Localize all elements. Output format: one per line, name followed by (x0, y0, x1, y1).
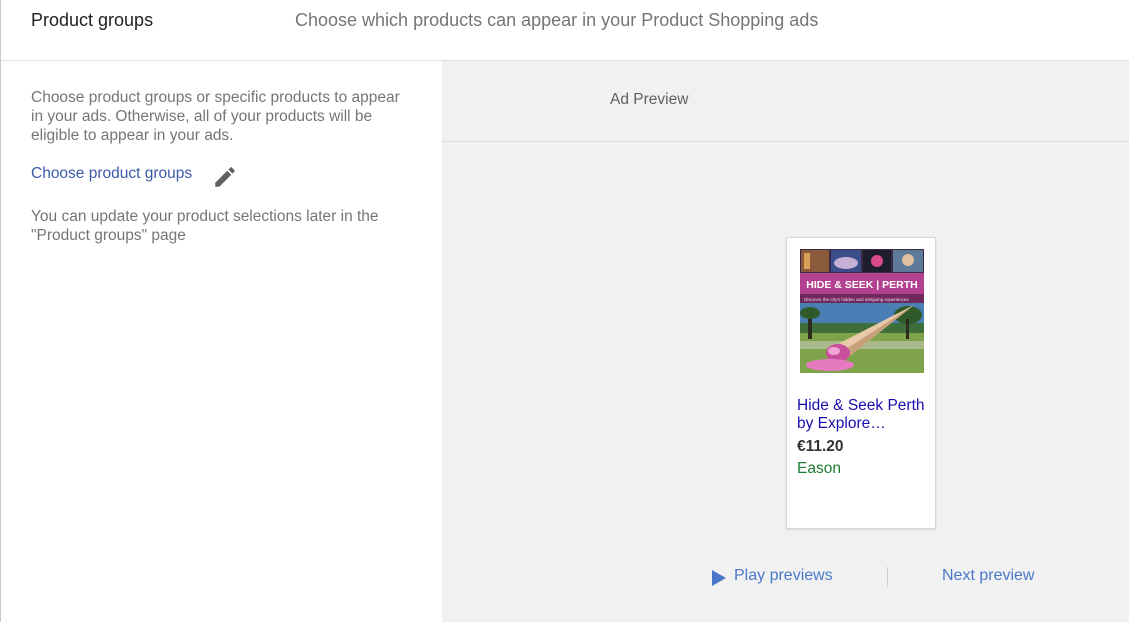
product-image: HIDE & SEEK | PERTH Discover the city's … (800, 249, 924, 375)
preview-controls: Play previews Next preview (442, 557, 1129, 597)
image-title-text: HIDE & SEEK | PERTH (806, 279, 917, 291)
controls-divider (887, 567, 888, 587)
section-header: Product groups Choose which products can… (1, 0, 1129, 61)
ad-preview-title: Ad Preview (610, 91, 689, 108)
product-title-link[interactable]: Hide & Seek Perth by Explore… (797, 397, 931, 433)
ad-preview-panel: Ad Preview HIDE & SEEK | PERTH Discover … (442, 61, 1129, 622)
play-previews-label: Play previews (734, 567, 833, 584)
section-title: Product groups (31, 10, 154, 30)
image-subtitle-text: Discover the city's hidden and intriguin… (804, 297, 909, 302)
ad-preview-header: Ad Preview (442, 61, 1129, 142)
product-price: €11.20 (797, 438, 844, 455)
product-ad-card[interactable]: HIDE & SEEK | PERTH Discover the city's … (786, 237, 936, 529)
merchant-name: Eason (797, 460, 841, 477)
campaign-setup-frame: Product groups Choose which products can… (0, 0, 1129, 622)
intro-text: Choose product groups or specific produc… (31, 89, 400, 144)
choose-product-groups-link[interactable]: Choose product groups (31, 165, 192, 183)
update-note: You can update your product selections l… (31, 208, 379, 244)
next-preview-button[interactable]: Next preview (942, 567, 1034, 585)
play-icon (712, 570, 726, 586)
product-groups-panel: Choose product groups or specific produc… (1, 61, 442, 622)
section-description: Choose which products can appear in your… (295, 10, 819, 30)
pencil-icon[interactable] (212, 164, 238, 190)
